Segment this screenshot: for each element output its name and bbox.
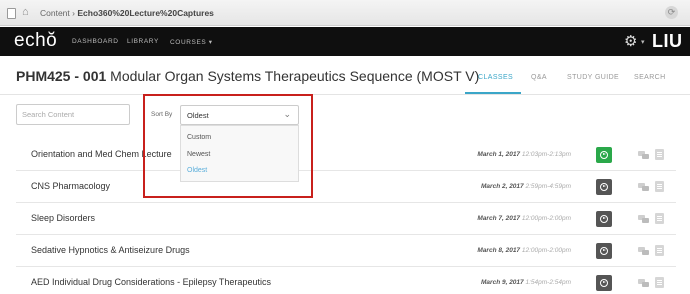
- brand-logo: LIU: [652, 31, 683, 51]
- class-datetime: March 1, 2017 12:03pm-2:13pm: [461, 151, 571, 158]
- breadcrumb-current: Echo360%20Lecture%20Captures: [77, 8, 214, 18]
- nav-courses[interactable]: COURSES ▾: [170, 38, 213, 46]
- search-input[interactable]: [16, 104, 130, 125]
- class-datetime: March 7, 2017 12:00pm-2:00pm: [461, 215, 571, 222]
- chat-icon[interactable]: [638, 183, 649, 191]
- document-icon[interactable]: [655, 149, 664, 160]
- app-navbar: echŏ DASHBOARD LIBRARY COURSES ▾ ⚙ ▾ LIU: [0, 27, 690, 56]
- page-title: PHM425 - 001 Modular Organ Systems Thera…: [16, 68, 479, 84]
- play-icon: [600, 215, 608, 223]
- chevron-down-icon[interactable]: ▾: [641, 38, 645, 46]
- divider: [0, 94, 690, 95]
- home-icon[interactable]: ⌂: [22, 6, 29, 18]
- breadcrumb-separator: ›: [72, 8, 75, 18]
- play-button[interactable]: [596, 179, 612, 195]
- tab-qa[interactable]: Q&A: [531, 74, 547, 81]
- class-datetime: March 8, 2017 12:00pm-2:00pm: [461, 247, 571, 254]
- class-title[interactable]: Sedative Hypnotics & Antiseizure Drugs: [31, 245, 190, 255]
- tab-study-guide[interactable]: STUDY GUIDE: [567, 74, 619, 81]
- course-name: Modular Organ Systems Therapeutics Seque…: [110, 68, 480, 84]
- play-icon: [600, 247, 608, 255]
- document-icon[interactable]: [655, 245, 664, 256]
- chat-icon[interactable]: [638, 151, 649, 159]
- nav-library[interactable]: LIBRARY: [127, 38, 159, 45]
- chat-icon[interactable]: [638, 279, 649, 287]
- breadcrumb-root[interactable]: Content: [40, 8, 70, 18]
- class-time: 2:59pm-4:59pm: [525, 183, 571, 190]
- class-datetime: March 2, 2017 2:59pm-4:59pm: [461, 183, 571, 190]
- class-time: 12:00pm-2:00pm: [521, 215, 571, 222]
- document-icon[interactable]: [655, 213, 664, 224]
- play-button[interactable]: [596, 147, 612, 163]
- play-button[interactable]: [596, 243, 612, 259]
- class-date: March 9, 2017: [481, 279, 524, 286]
- tab-classes[interactable]: CLASSES: [478, 74, 513, 81]
- tab-search[interactable]: SEARCH: [634, 74, 666, 81]
- document-icon[interactable]: [655, 181, 664, 192]
- play-icon: [600, 151, 608, 159]
- class-date: March 1, 2017: [477, 151, 521, 158]
- play-button[interactable]: [596, 275, 612, 291]
- breadcrumb: Content › Echo360%20Lecture%20Captures: [40, 8, 214, 18]
- class-row[interactable]: Orientation and Med Chem Lecture March 1…: [16, 139, 676, 171]
- reload-icon[interactable]: ⟳: [665, 6, 678, 19]
- chat-icon[interactable]: [638, 247, 649, 255]
- class-title[interactable]: AED Individual Drug Considerations - Epi…: [31, 277, 271, 287]
- class-title[interactable]: CNS Pharmacology: [31, 181, 110, 191]
- chat-icon[interactable]: [638, 215, 649, 223]
- class-row[interactable]: AED Individual Drug Considerations - Epi…: [16, 267, 676, 294]
- class-time: 12:00pm-2:00pm: [521, 247, 571, 254]
- class-row[interactable]: Sedative Hypnotics & Antiseizure Drugs M…: [16, 235, 676, 267]
- class-row[interactable]: Sleep Disorders March 7, 2017 12:00pm-2:…: [16, 203, 676, 235]
- play-button[interactable]: [596, 211, 612, 227]
- class-row[interactable]: CNS Pharmacology March 2, 2017 2:59pm-4:…: [16, 171, 676, 203]
- gear-icon[interactable]: ⚙: [624, 32, 637, 50]
- class-date: March 2, 2017: [481, 183, 524, 190]
- play-icon: [600, 183, 608, 191]
- class-time: 1:54pm-2:54pm: [525, 279, 571, 286]
- annotation-highlight-box: [143, 94, 313, 198]
- class-time: 12:03pm-2:13pm: [521, 151, 571, 158]
- class-date: March 8, 2017: [477, 247, 521, 254]
- play-icon: [600, 279, 608, 287]
- class-title[interactable]: Sleep Disorders: [31, 213, 95, 223]
- echo-logo[interactable]: echŏ: [14, 30, 57, 52]
- class-date: March 7, 2017: [477, 215, 521, 222]
- page-icon: [7, 8, 16, 19]
- nav-dashboard[interactable]: DASHBOARD: [72, 38, 119, 45]
- course-code: PHM425 - 001: [16, 68, 107, 84]
- document-icon[interactable]: [655, 277, 664, 288]
- class-datetime: March 9, 2017 1:54pm-2:54pm: [461, 279, 571, 286]
- browser-toolbar: ⌂ Content › Echo360%20Lecture%20Captures…: [0, 0, 690, 26]
